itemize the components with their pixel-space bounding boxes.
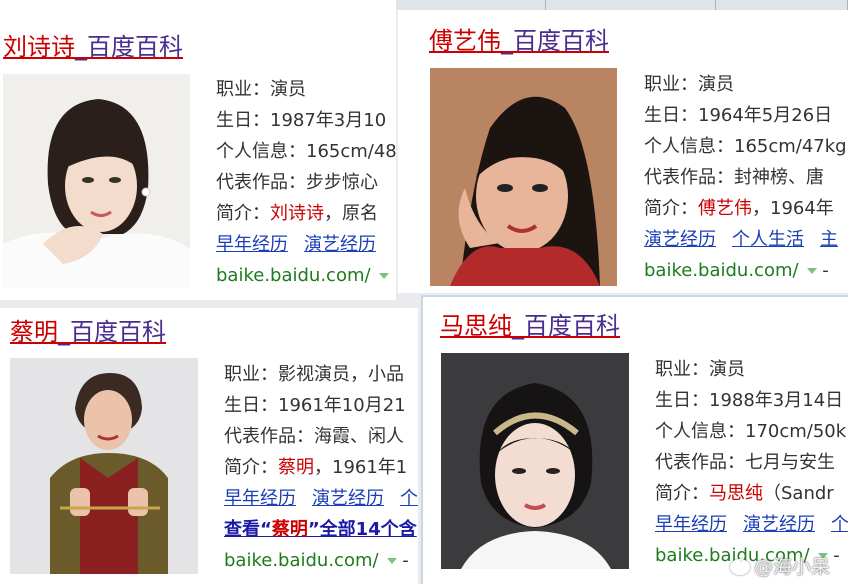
view-all-link[interactable]: 查看“蔡明”全部14个含	[224, 514, 418, 545]
birthday-line: 生日：1964年5月26日	[644, 105, 833, 126]
personal-info-line: 个人信息：165cm/47kg	[644, 136, 847, 157]
portrait-photo[interactable]	[3, 74, 190, 288]
occupation-line: 职业：影视演员，小品	[224, 364, 404, 385]
occupation-line: 职业：演员	[216, 79, 306, 100]
weibo-watermark: @海小呆	[730, 552, 830, 579]
browser-tab-strip	[396, 0, 848, 10]
chevron-down-icon[interactable]	[386, 558, 397, 564]
birthday-line: 生日：1988年3月14日	[655, 390, 844, 411]
source-url: baike.baidu.com/ -	[644, 260, 829, 281]
chevron-down-icon[interactable]	[378, 273, 389, 279]
chevron-down-icon[interactable]	[806, 268, 817, 274]
works-line: 代表作品：步步惊心	[216, 172, 378, 193]
section-link[interactable]: 演艺经历	[304, 234, 376, 255]
section-link[interactable]: 演艺经历	[644, 229, 716, 250]
source-url: baike.baidu.com/ -	[224, 550, 409, 571]
source-url: baike.baidu.com/	[216, 260, 396, 291]
section-link[interactable]: 演艺经历	[743, 514, 815, 535]
result-card-liu-shishi: 刘诗诗_百度百科 职业：演员 生日：1987年3月10 个人信息：165cm/4…	[0, 0, 396, 300]
portrait-photo[interactable]	[10, 358, 198, 574]
section-links: 早年经历 演艺经历个	[655, 509, 848, 540]
result-title-link[interactable]: 马思纯_百度百科	[440, 312, 620, 340]
occupation-line: 职业：演员	[655, 359, 745, 380]
result-card-ma-sichun: 马思纯_百度百科 职业：演员 生日：1988年3月14日 个人信息：170cm/…	[421, 295, 848, 584]
intro-line: 简介：傅艺伟，1964年	[644, 198, 834, 219]
works-line: 代表作品：封神榜、唐	[644, 167, 824, 188]
browser-tab[interactable]	[716, 0, 848, 10]
birthday-line: 生日：1987年3月10	[216, 110, 387, 131]
result-card-fu-yiwei: 傅艺伟_百度百科 职业：演员 生日：1964年5月26日 个人信息：165cm/…	[398, 10, 848, 293]
section-link[interactable]: 个	[831, 514, 848, 535]
occupation-line: 职业：演员	[644, 74, 734, 95]
section-link[interactable]: 个人生活	[732, 229, 804, 250]
personal-info-line: 个人信息：165cm/48	[216, 141, 396, 162]
section-link[interactable]: 演艺经历	[312, 488, 384, 509]
browser-tab[interactable]	[396, 0, 546, 10]
section-link[interactable]: 个	[400, 488, 418, 509]
section-link[interactable]: 早年经历	[224, 488, 296, 509]
personal-info-line: 个人信息：170cm/50k	[655, 421, 847, 442]
section-link[interactable]: 主	[820, 229, 838, 250]
result-title-link[interactable]: 傅艺伟_百度百科	[429, 27, 609, 55]
browser-tab[interactable]	[546, 0, 716, 10]
result-card-cai-ming: 蔡明_百度百科 职业：影视演员，小品 生日：1961年10月21 代表作品：海霞…	[0, 308, 418, 584]
intro-line: 简介：马思纯（Sandr	[655, 483, 834, 504]
section-links: 早年经历 演艺经历	[216, 229, 396, 260]
intro-line: 简介：蔡明，1961年1	[224, 457, 408, 478]
result-snippet: 职业：演员 生日：1987年3月10 个人信息：165cm/48 代表作品：步步…	[216, 74, 396, 291]
intro-line: 简介：刘诗诗，原名	[216, 203, 378, 224]
weibo-icon	[730, 559, 750, 575]
result-title-link[interactable]: 刘诗诗_百度百科	[3, 33, 183, 61]
works-line: 代表作品：七月与安生	[655, 452, 835, 473]
result-snippet: 职业：演员 生日：1988年3月14日 个人信息：170cm/50k 代表作品：…	[655, 354, 848, 571]
section-link[interactable]: 早年经历	[216, 234, 288, 255]
result-snippet: 职业：演员 生日：1964年5月26日 个人信息：165cm/47kg 代表作品…	[644, 69, 848, 286]
portrait-photo[interactable]	[430, 68, 617, 286]
result-snippet: 职业：影视演员，小品 生日：1961年10月21 代表作品：海霞、闲人 简介：蔡…	[224, 359, 418, 576]
section-links: 演艺经历 个人生活主	[644, 224, 848, 255]
section-link[interactable]: 早年经历	[655, 514, 727, 535]
portrait-photo[interactable]	[441, 353, 629, 569]
birthday-line: 生日：1961年10月21	[224, 395, 406, 416]
works-line: 代表作品：海霞、闲人	[224, 426, 404, 447]
result-title-link[interactable]: 蔡明_百度百科	[10, 318, 166, 346]
section-links: 早年经历 演艺经历个	[224, 483, 418, 514]
